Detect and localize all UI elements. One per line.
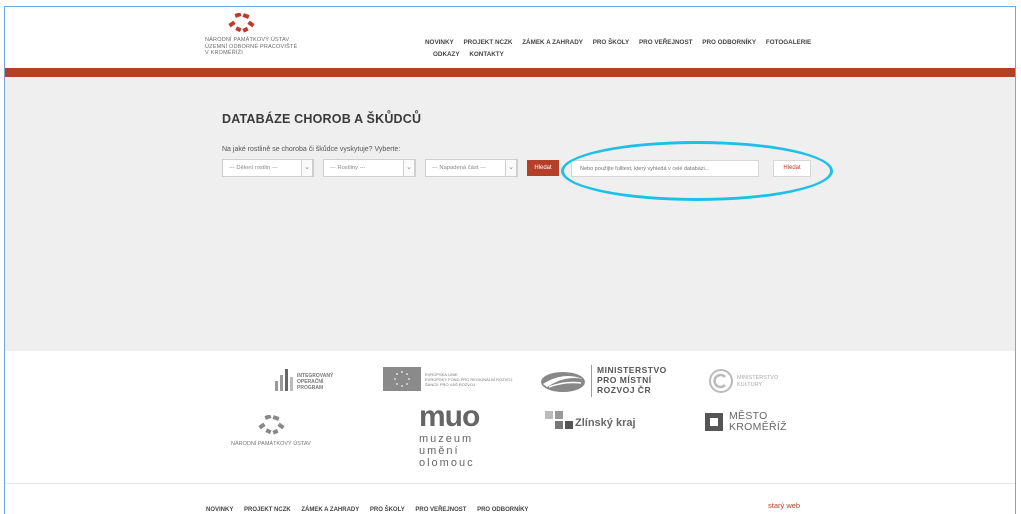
chevron-down-icon: ⌄ [505,159,517,177]
iop-line-3: PROGRAM [297,385,324,391]
chevron-down-icon: ⌄ [301,159,313,177]
muo-logo: muo muzeum umění olomouc [419,400,499,477]
footer-nav-pro-odborniky[interactable]: PRO ODBORNÍKY [477,507,528,513]
muo-wordmark: muo [419,400,480,433]
iop-text: INTEGROVANÝ OPERAČNÍ PROGRAM [297,373,333,391]
zlin-label: Zlínský kraj [575,417,636,429]
mk-line-1: MINISTERSTVO [737,375,779,381]
filter-question: Na jaké rostlině se choroba či škůdce vy… [222,146,401,153]
npu-logo[interactable]: NÁRODNÍ PAMÁTKOVÝ ÚSTAV ÚZEMNÍ ODBORNÉ P… [205,13,345,65]
iop-logo: INTEGROVANÝ OPERAČNÍ PROGRAM [273,367,353,395]
footer-nav-projekt-nczk[interactable]: PROJEKT NCZK [244,507,291,513]
nav-pro-skoly[interactable]: PRO ŠKOLY [593,39,630,46]
mmr-line-3: ROZVOJ ČR [597,385,652,395]
footer-nav-pro-verejnost[interactable]: PRO VEŘEJNOST [415,507,466,513]
eu-line-3: ŠANCE PRO VÁŠ ROZVOJ [425,382,476,387]
mmr-divider [591,365,592,397]
main-content: DATABÁZE CHOROB A ŠKŮDCŮ Na jaké rostlin… [5,77,1015,351]
nav-novinky[interactable]: NOVINKY [425,39,454,46]
header-accent-bar [5,68,1015,77]
logo-line-3: V KROMĚŘÍŽI [205,50,243,56]
site-header: NÁRODNÍ PAMÁTKOVÝ ÚSTAV ÚZEMNÍ ODBORNÉ P… [5,7,1015,67]
footer-nav: NOVINKY PROJEKT NCZK ZÁMEK A ZAHRADY PRO… [206,507,537,513]
nav-fotogalerie[interactable]: FOTOGALERIE [766,39,811,46]
nav-pro-odborniky[interactable]: PRO ODBORNÍKY [702,39,756,46]
mmr-text: MINISTERSTVO PRO MÍSTNÍ ROZVOJ ČR [597,365,667,395]
zlin-squares-icon [545,411,573,429]
select-plants[interactable]: --- Rostliny --- ⌄ [323,159,416,177]
footer-nav-zamek-a-zahrady[interactable]: ZÁMEK A ZAHRADY [301,507,359,513]
npu-logo-icon [228,13,255,33]
page-title: DATABÁZE CHOROB A ŠKŮDCŮ [222,112,422,126]
select-affected-part-value: --- Napadená část --- [432,165,486,171]
nav-pro-verejnost[interactable]: PRO VEŘEJNOST [639,39,693,46]
sponsor-logos: INTEGROVANÝ OPERAČNÍ PROGRAM EVROPSKÁ UN… [5,351,1015,483]
eu-text: EVROPSKÁ UNIE EVROPSKÝ FOND PRO REGIONÁL… [425,372,512,387]
nav-odkazy[interactable]: ODKAZY [433,51,460,58]
select-affected-part[interactable]: --- Napadená část --- ⌄ [425,159,518,177]
npu-mark-icon [258,415,285,435]
iop-bars-icon [275,369,293,391]
mesto-line-2: KROMĚŘÍŽ [729,421,787,433]
muo-line-1: muzeum [419,433,474,445]
mmr-line-1: MINISTERSTVO [597,365,667,375]
old-web-link[interactable]: starý web [768,501,800,510]
mesto-text: MĚSTO KROMĚŘÍŽ [729,411,787,433]
footer-divider [5,483,1015,484]
select-plants-value: --- Rostliny --- [330,165,366,171]
nav-zamek-a-zahrady[interactable]: ZÁMEK A ZAHRADY [522,39,583,46]
muo-line-2: umění [419,445,460,457]
npu-sponsor-logo: NÁRODNÍ PAMÁTKOVÝ ÚSTAV [231,415,351,451]
search-button[interactable]: Hledat [527,160,559,176]
npu-sponsor-label: NÁRODNÍ PAMÁTKOVÝ ÚSTAV [231,441,311,447]
mk-c-icon [709,369,733,393]
mk-line-2: KULTURY [737,381,763,388]
eu-logo: EVROPSKÁ UNIE EVROPSKÝ FOND PRO REGIONÁL… [383,367,523,393]
select-plant-division-value: --- Dělení rostlin --- [229,165,278,171]
highlight-ellipse [561,141,833,201]
mesto-square-icon [705,413,723,431]
select-plant-division[interactable]: --- Dělení rostlin --- ⌄ [222,159,314,177]
eu-flag-icon [383,367,421,391]
mmr-logo: MINISTERSTVO PRO MÍSTNÍ ROZVOJ ČR [539,363,679,399]
footer-nav-novinky[interactable]: NOVINKY [206,507,233,513]
mmr-line-2: PRO MÍSTNÍ [597,375,652,385]
mk-text: MINISTERSTVO KULTURY [737,375,778,388]
mmr-swoosh-icon [541,372,585,392]
chevron-down-icon: ⌄ [403,159,415,177]
mesto-kromeriz-logo: MĚSTO KROMĚŘÍŽ [705,411,805,441]
logo-text: NÁRODNÍ PAMÁTKOVÝ ÚSTAV ÚZEMNÍ ODBORNÉ P… [205,37,297,57]
zlin-logo: Zlínský kraj [545,411,655,433]
footer-nav-pro-skoly[interactable]: PRO ŠKOLY [370,507,405,513]
nav-projekt-nczk[interactable]: PROJEKT NCZK [463,39,512,46]
logo-line-1: NÁRODNÍ PAMÁTKOVÝ ÚSTAV [205,37,290,43]
mk-logo: MINISTERSTVO KULTURY [709,369,799,395]
browser-frame: NÁRODNÍ PAMÁTKOVÝ ÚSTAV ÚZEMNÍ ODBORNÉ P… [4,6,1016,514]
muo-line-3: olomouc [419,457,475,469]
nav-kontakty[interactable]: KONTAKTY [469,51,504,58]
